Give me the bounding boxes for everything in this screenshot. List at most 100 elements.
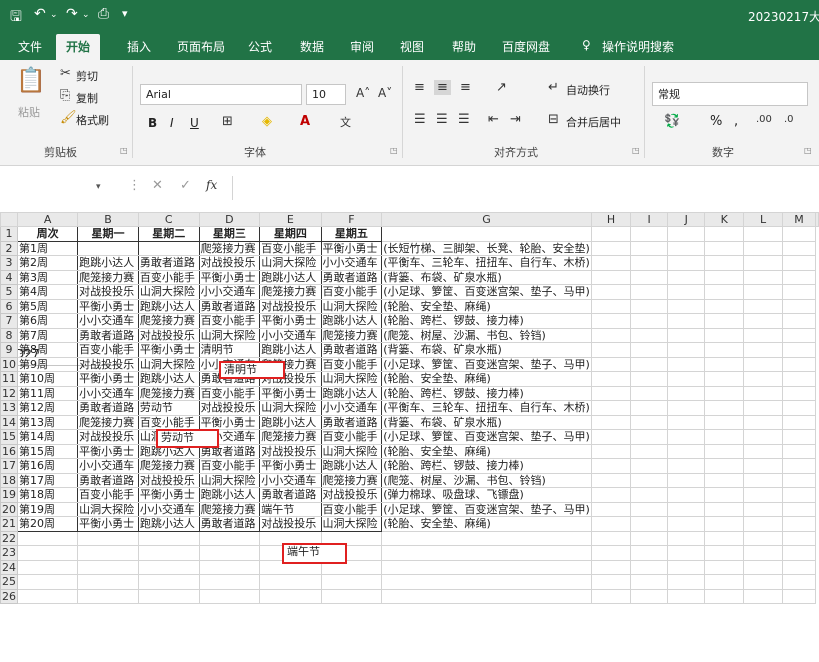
formula-input[interactable] — [236, 176, 816, 200]
cell[interactable] — [782, 327, 816, 343]
schedule-cell[interactable]: 勇敢者道路 — [320, 414, 383, 430]
cell[interactable] — [782, 269, 816, 285]
materials-cell[interactable]: (轮胎、安全垫、麻绳) — [381, 516, 592, 532]
cell[interactable] — [667, 356, 706, 372]
schedule-cell[interactable]: 跑跳小达人 — [137, 516, 200, 532]
materials-cell[interactable]: (背篓、布袋、矿泉水瓶) — [381, 342, 592, 358]
tab-page-layout[interactable]: 页面布局 — [177, 38, 225, 55]
cell[interactable] — [743, 559, 784, 575]
cell[interactable] — [782, 371, 816, 387]
cell[interactable] — [591, 284, 632, 300]
cell[interactable] — [743, 313, 784, 329]
row-header[interactable]: 3 — [0, 255, 18, 271]
cell[interactable] — [591, 487, 632, 503]
cell[interactable] — [77, 559, 139, 575]
cell[interactable] — [743, 356, 784, 372]
schedule-cell[interactable]: 第5周 — [16, 298, 79, 314]
schedule-cell[interactable]: 百变小能手 — [77, 487, 139, 503]
row-header[interactable]: 19 — [0, 487, 18, 503]
schedule-cell[interactable]: 对战投投乐 — [137, 472, 200, 488]
cut-icon[interactable]: ✂ — [60, 66, 71, 81]
cell[interactable] — [77, 545, 139, 561]
cell[interactable] — [16, 574, 79, 590]
wrap-text-icon[interactable]: ↵ — [548, 80, 559, 95]
bold-button[interactable]: B — [148, 116, 157, 130]
name-box-dropdown-icon[interactable]: ▾ — [96, 182, 101, 192]
materials-cell[interactable]: (长短竹梯、三脚架、长凳、轮胎、安全垫) — [381, 240, 592, 256]
schedule-cell[interactable]: 山洞大探险 — [137, 284, 200, 300]
decrease-indent-icon[interactable]: ⇤ — [488, 112, 499, 127]
cell[interactable] — [782, 574, 816, 590]
schedule-cell[interactable]: 第3周 — [16, 269, 79, 285]
column-header[interactable]: C — [137, 212, 200, 227]
cell[interactable] — [381, 226, 592, 242]
schedule-cell[interactable]: 小小交通车 — [77, 458, 139, 474]
cell[interactable] — [591, 269, 632, 285]
row-header[interactable]: 15 — [0, 429, 18, 445]
accounting-format-icon[interactable]: 💱 — [664, 114, 680, 129]
cell[interactable] — [667, 559, 706, 575]
cell[interactable] — [704, 400, 745, 416]
cell[interactable] — [704, 574, 745, 590]
column-header[interactable]: M — [782, 212, 816, 227]
cell[interactable] — [630, 487, 669, 503]
tab-insert[interactable]: 插入 — [127, 38, 151, 55]
tab-review[interactable]: 审阅 — [350, 38, 374, 55]
cell[interactable] — [591, 342, 632, 358]
cell[interactable] — [667, 414, 706, 430]
schedule-cell[interactable]: 百变小能手 — [198, 458, 261, 474]
schedule-header-cell[interactable]: 星期五 — [320, 226, 383, 242]
cell[interactable] — [381, 545, 592, 561]
schedule-cell[interactable]: 第7周 — [16, 327, 79, 343]
cell[interactable] — [198, 559, 261, 575]
row-header[interactable]: 22 — [0, 530, 18, 546]
cell[interactable] — [630, 516, 669, 532]
holiday-cell-qingming[interactable]: 清明节 — [219, 361, 285, 379]
cell[interactable] — [782, 342, 816, 358]
merge-center-icon[interactable]: ⊟ — [548, 112, 559, 127]
schedule-cell[interactable]: 劳动节 — [137, 400, 200, 416]
schedule-cell[interactable]: 山洞大探险 — [198, 472, 261, 488]
materials-cell[interactable]: (轮胎、跨栏、锣鼓、接力棒) — [381, 458, 592, 474]
cell[interactable] — [630, 443, 669, 459]
save-icon[interactable]: 🖫 — [10, 6, 22, 30]
column-header[interactable]: G — [381, 212, 592, 227]
schedule-cell[interactable]: 百变小能手 — [198, 385, 261, 401]
cell[interactable] — [704, 443, 745, 459]
cell[interactable] — [743, 327, 784, 343]
cell[interactable] — [704, 385, 745, 401]
cell[interactable] — [198, 574, 261, 590]
cell[interactable] — [630, 371, 669, 387]
redo-icon[interactable]: ↷ — [66, 6, 78, 22]
materials-cell[interactable]: (小足球、箩筐、百变迷宫架、垫子、马甲) — [381, 501, 592, 517]
schedule-cell[interactable] — [77, 240, 139, 256]
schedule-cell[interactable]: 跑跳小达人 — [198, 487, 261, 503]
cell[interactable] — [591, 371, 632, 387]
schedule-cell[interactable]: 爬笼接力赛 — [259, 429, 322, 445]
cell[interactable] — [16, 545, 79, 561]
materials-cell[interactable]: (爬笼、树屋、沙漏、书包、铃铛) — [381, 472, 592, 488]
align-left-icon[interactable]: ☰ — [414, 112, 426, 127]
cell[interactable] — [16, 559, 79, 575]
cell[interactable] — [667, 588, 706, 604]
cell[interactable] — [667, 385, 706, 401]
cell[interactable] — [590, 574, 632, 590]
cell[interactable] — [630, 472, 669, 488]
font-size-select[interactable]: 10 — [306, 84, 346, 105]
cell[interactable] — [591, 458, 632, 474]
row-header[interactable]: 11 — [0, 371, 18, 387]
cell[interactable] — [704, 284, 745, 300]
cell[interactable] — [704, 516, 745, 532]
cell[interactable] — [137, 559, 200, 575]
cell[interactable] — [630, 574, 669, 590]
schedule-cell[interactable]: 小小交通车 — [137, 501, 200, 517]
cell[interactable] — [381, 530, 592, 546]
cell[interactable] — [667, 487, 706, 503]
column-header[interactable]: H — [590, 212, 632, 227]
schedule-cell[interactable]: 百变小能手 — [137, 269, 200, 285]
schedule-cell[interactable]: 山洞大探险 — [77, 501, 139, 517]
schedule-cell[interactable]: 第12周 — [16, 400, 79, 416]
schedule-cell[interactable]: 爬笼接力赛 — [320, 327, 383, 343]
materials-cell[interactable]: (背篓、布袋、矿泉水瓶) — [381, 414, 592, 430]
cell[interactable] — [630, 400, 669, 416]
